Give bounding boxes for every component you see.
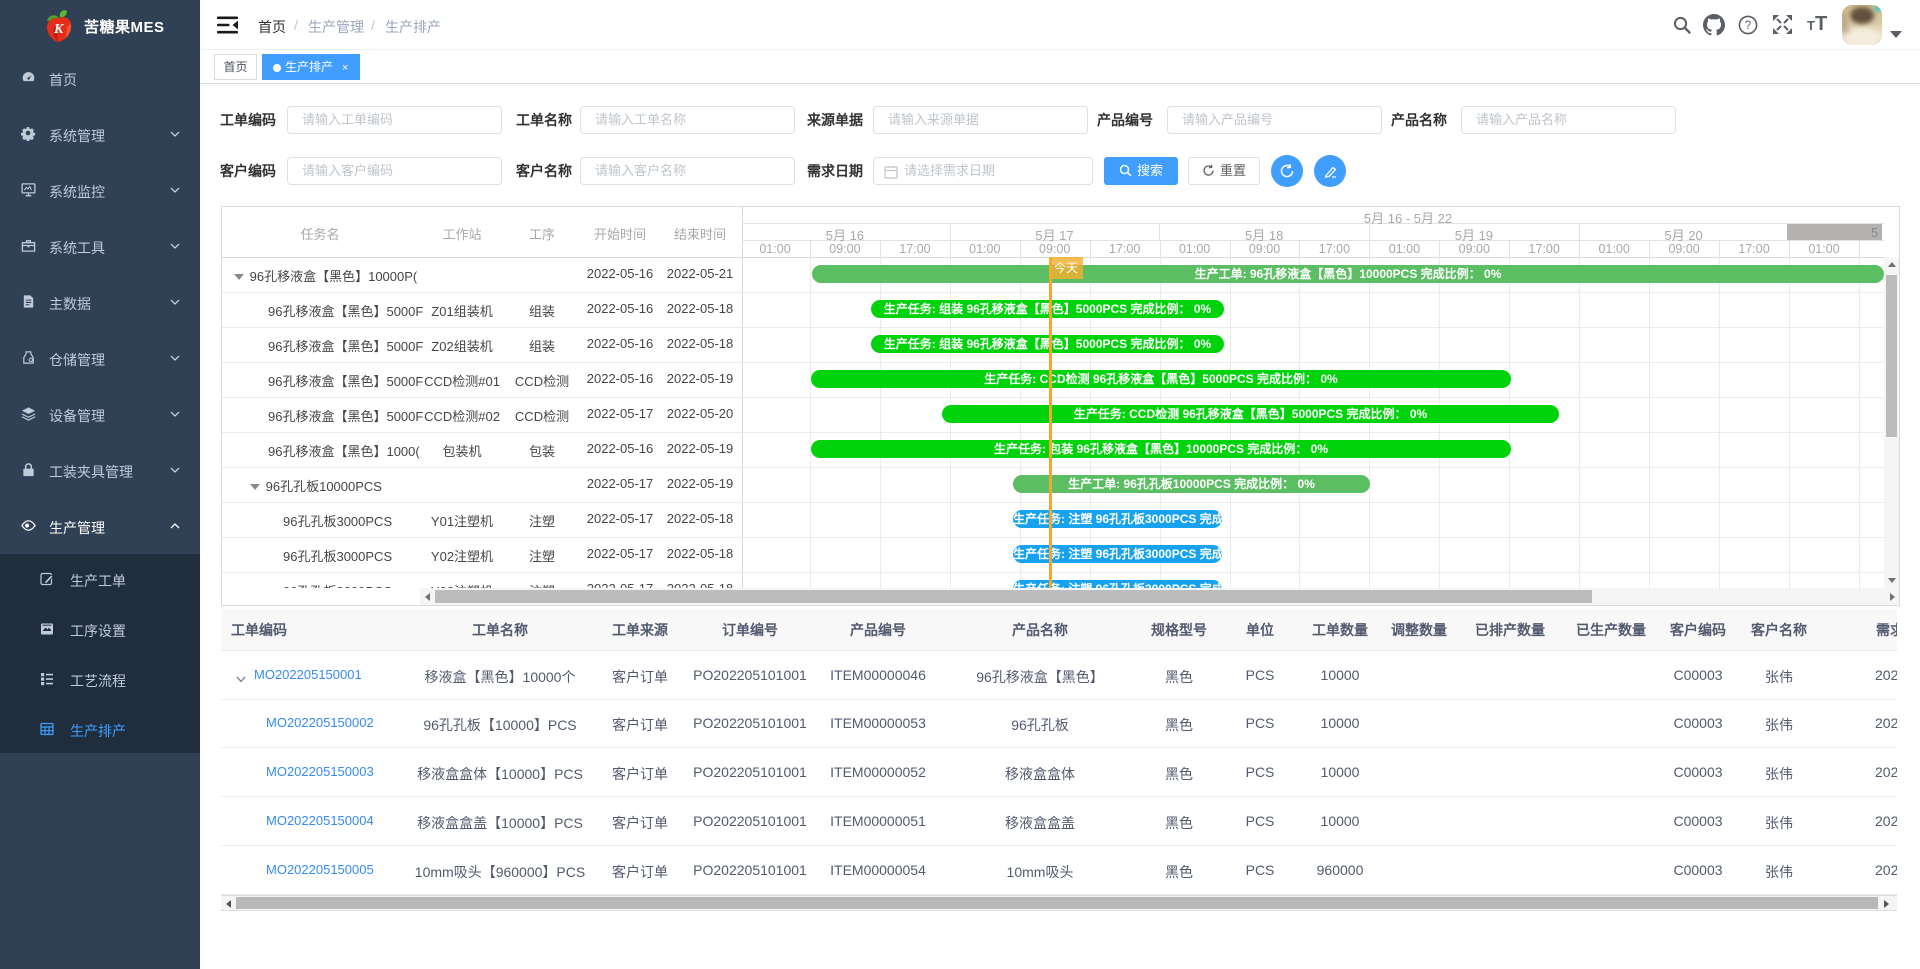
svg-text:K: K (53, 22, 65, 37)
svg-text:?: ? (1745, 20, 1751, 32)
